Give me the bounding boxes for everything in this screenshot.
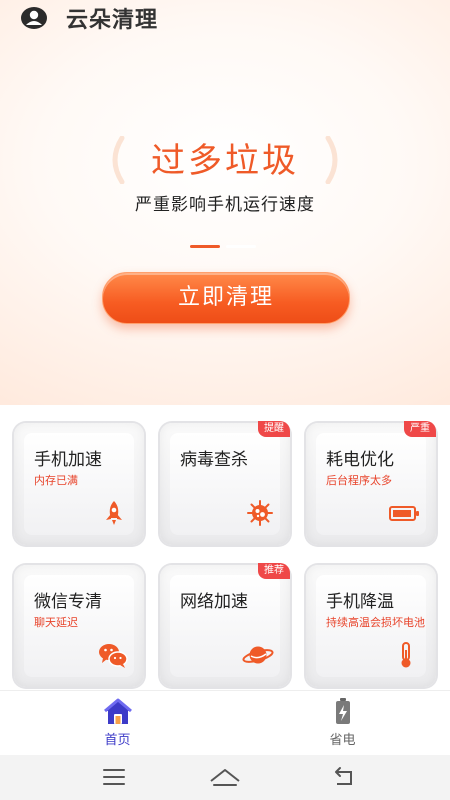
feature-subtitle: 内存已满 [34,474,78,487]
feature-card-wechat-clean[interactable]: 微信专清 聊天延迟 [14,565,144,687]
feature-card-cool-down[interactable]: 手机降温 持续高温会损坏电池 [306,565,436,687]
back-icon[interactable] [331,765,357,789]
thermometer-icon [401,642,411,668]
left-bracket-decoration [112,136,125,184]
feature-card-phone-boost[interactable]: 手机加速 内存已满 [14,423,144,545]
feature-subtitle: 持续高温会损坏电池 [326,616,425,629]
indicator-active [190,245,220,248]
feature-card-power-optimize[interactable]: 严重 耗电优化 后台程序太多 [306,421,436,545]
feature-subtitle: 后台程序太多 [326,474,392,487]
tab-home[interactable]: 首页 [5,691,230,756]
feature-card-network-boost[interactable]: 推荐 网络加速 [160,563,290,687]
status-badge: 严重 [404,421,436,437]
tab-home-label: 首页 [104,733,131,748]
planet-icon [242,646,274,664]
tab-power-saving-label: 省电 [329,733,356,748]
virus-icon [247,500,273,526]
headline-block: 过多垃圾 [0,136,450,186]
feature-title: 手机加速 [34,450,102,470]
carousel-indicator [190,245,260,249]
system-nav-bar [0,755,450,800]
clean-now-button[interactable]: 立即清理 [102,272,350,324]
app-title: 云朵清理 [66,8,159,33]
battery-charging-icon [336,698,350,724]
menu-icon[interactable] [101,765,127,789]
status-badge: 提醒 [258,421,290,437]
hero-subtitle: 严重影响手机运行速度 [135,195,315,215]
feature-title: 网络加速 [180,592,248,612]
headline: 过多垃圾 [151,141,299,181]
feature-title: 微信专清 [34,592,102,612]
home-icon [104,698,132,724]
feature-title: 病毒查杀 [180,450,248,470]
battery-icon [389,506,419,521]
feature-title: 耗电优化 [326,450,394,470]
status-badge: 推荐 [258,563,290,579]
feature-subtitle: 聊天延迟 [34,616,78,629]
bottom-tab-bar: 首页 省电 [0,690,450,756]
rocket-icon [106,501,122,525]
user-avatar-icon[interactable] [20,6,48,30]
indicator-inactive [226,245,256,248]
feature-card-virus-scan[interactable]: 提醒 病毒查杀 [160,421,290,545]
home-nav-icon[interactable] [208,765,242,789]
feature-grid: 手机加速 内存已满 提醒 病毒查杀 严重 耗电优化 后台程序太多 微信专清 聊天… [0,405,450,690]
right-bracket-decoration [325,136,338,184]
feature-title: 手机降温 [326,592,394,612]
wechat-icon [99,644,128,668]
top-bar: 云朵清理 [0,0,450,36]
hero-section: 云朵清理 过多垃圾 严重影响手机运行速度 立即清理 [0,0,450,405]
tab-power-saving[interactable]: 省电 [230,691,450,756]
